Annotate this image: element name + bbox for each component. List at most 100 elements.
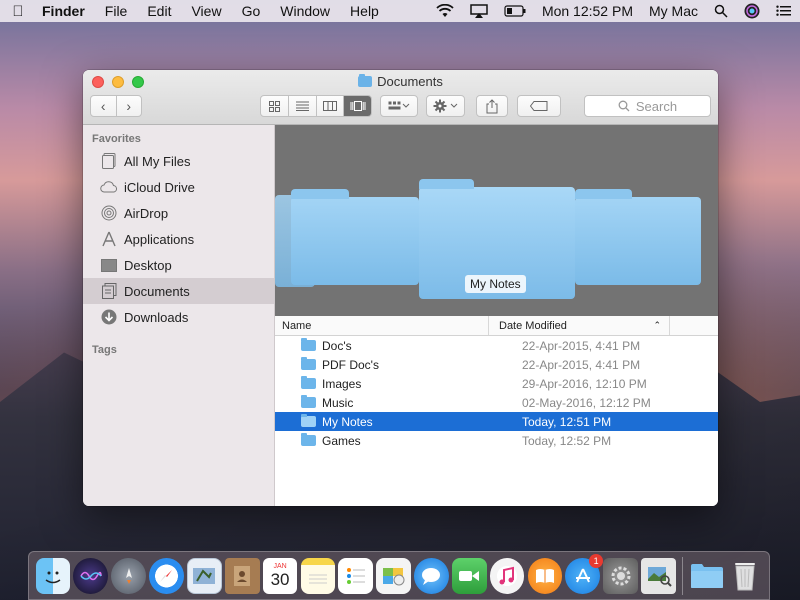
ibooks-icon[interactable] bbox=[527, 557, 563, 594]
list-item-name: Music bbox=[275, 395, 489, 410]
all-files-icon bbox=[100, 152, 118, 170]
menu-go[interactable]: Go bbox=[232, 3, 271, 19]
sidebar-item-label: iCloud Drive bbox=[124, 179, 195, 195]
list-item-music[interactable]: Music 02-May-2016, 12:12 PM bbox=[275, 393, 718, 412]
column-view-button[interactable] bbox=[317, 96, 345, 116]
menu-window[interactable]: Window bbox=[270, 3, 340, 19]
list-item-docs[interactable]: Doc's 22-Apr-2015, 4:41 PM bbox=[275, 336, 718, 355]
reminders-icon[interactable] bbox=[338, 557, 374, 594]
folder-icon bbox=[301, 395, 316, 408]
sidebar-item-all-my-files[interactable]: All My Files bbox=[83, 148, 274, 174]
column-header-date[interactable]: Date Modified ⌃ bbox=[489, 316, 670, 335]
tag-icon bbox=[530, 101, 548, 111]
sidebar-item-label: All My Files bbox=[124, 153, 191, 169]
sidebar-item-downloads[interactable]: Downloads bbox=[83, 304, 274, 330]
launchpad-icon[interactable] bbox=[111, 557, 146, 594]
list-item-pdf-docs[interactable]: PDF Doc's 22-Apr-2015, 4:41 PM bbox=[275, 355, 718, 374]
siri-icon[interactable] bbox=[73, 557, 109, 594]
list-item-name: PDF Doc's bbox=[275, 357, 489, 372]
coverflow-folder-left bbox=[291, 189, 419, 285]
list-item-name: Games bbox=[275, 433, 489, 448]
forward-button[interactable]: › bbox=[117, 96, 142, 116]
sidebar-item-label: AirDrop bbox=[124, 205, 169, 221]
notification-center-icon[interactable] bbox=[768, 0, 800, 22]
airplay-icon[interactable] bbox=[462, 0, 496, 22]
coverflow-view-button[interactable] bbox=[344, 96, 371, 116]
menu-file[interactable]: File bbox=[95, 3, 138, 19]
documents-stack-icon[interactable] bbox=[690, 558, 725, 594]
sidebar-item-icloud-drive[interactable]: iCloud Drive bbox=[83, 174, 274, 200]
nav-buttons: ‹ › bbox=[90, 95, 142, 117]
list-item-name-text: PDF Doc's bbox=[322, 357, 379, 372]
search-icon bbox=[618, 100, 630, 112]
search-field[interactable]: Search bbox=[584, 95, 711, 117]
desktop-icon bbox=[100, 256, 118, 274]
battery-icon[interactable] bbox=[496, 0, 534, 22]
app-menu[interactable]: Finder bbox=[36, 3, 95, 19]
wifi-icon[interactable] bbox=[428, 0, 462, 22]
sort-ascending-icon: ⌃ bbox=[653, 320, 661, 330]
sidebar-item-documents[interactable]: Documents bbox=[83, 278, 274, 304]
list-item-name-text: Games bbox=[322, 433, 361, 448]
menu-edit[interactable]: Edit bbox=[137, 3, 181, 19]
spotlight-icon[interactable] bbox=[706, 0, 736, 22]
list-item-name-text: My Notes bbox=[322, 414, 373, 429]
photo-booth-icon[interactable] bbox=[376, 557, 411, 594]
notes-icon[interactable] bbox=[300, 557, 336, 594]
menubar-clock[interactable]: Mon 12:52 PM bbox=[534, 3, 641, 19]
airdrop-icon bbox=[100, 204, 118, 222]
folder-icon bbox=[301, 414, 316, 427]
window-toolbar: Documents ‹ › Search bbox=[83, 70, 718, 125]
calendar-icon[interactable]: JAN 30 bbox=[262, 557, 298, 594]
coverflow-folder-right bbox=[575, 189, 701, 285]
dock-separator bbox=[682, 556, 684, 595]
coverflow-selected-label: My Notes bbox=[465, 275, 526, 293]
list-item-my-notes[interactable]: My Notes Today, 12:51 PM bbox=[275, 412, 718, 431]
folder-icon bbox=[301, 433, 316, 446]
safari-icon[interactable] bbox=[149, 557, 184, 594]
folder-icon bbox=[301, 357, 316, 370]
folder-icon bbox=[301, 338, 316, 351]
share-button[interactable] bbox=[476, 95, 508, 117]
menu-view[interactable]: View bbox=[181, 3, 231, 19]
list-item-games[interactable]: Games Today, 12:52 PM bbox=[275, 431, 718, 450]
share-icon bbox=[486, 98, 498, 113]
window-title: Documents bbox=[83, 74, 718, 89]
sidebar-item-airdrop[interactable]: AirDrop bbox=[83, 200, 274, 226]
window-title-text: Documents bbox=[377, 74, 443, 89]
sidebar-item-label: Applications bbox=[124, 231, 195, 247]
contacts-icon[interactable] bbox=[224, 557, 260, 594]
coverflow-preview[interactable]: My Notes bbox=[275, 125, 718, 316]
gear-icon bbox=[433, 99, 457, 113]
list-item-name-text: Music bbox=[322, 395, 354, 410]
siri-icon[interactable] bbox=[736, 0, 768, 22]
list-header: Name Date Modified ⌃ bbox=[275, 316, 718, 336]
icon-view-button[interactable] bbox=[261, 96, 289, 116]
mail-icon[interactable] bbox=[186, 557, 222, 594]
system-preferences-icon[interactable] bbox=[603, 557, 638, 594]
column-header-name[interactable]: Name bbox=[275, 316, 489, 335]
list-item-name-text: Doc's bbox=[322, 338, 352, 353]
app-store-icon[interactable]: 1 bbox=[565, 553, 604, 594]
facetime-icon[interactable] bbox=[451, 557, 487, 594]
menubar-user[interactable]: My Mac bbox=[641, 3, 706, 19]
action-button[interactable] bbox=[426, 95, 465, 117]
finder-icon[interactable] bbox=[35, 557, 71, 594]
trash-icon[interactable] bbox=[728, 558, 763, 594]
list-view-button[interactable] bbox=[289, 96, 317, 116]
list-item-date: 02-May-2016, 12:12 PM bbox=[522, 395, 651, 410]
sidebar-item-desktop[interactable]: Desktop bbox=[83, 252, 274, 278]
list-item-images[interactable]: Images 29-Apr-2016, 12:10 PM bbox=[275, 374, 718, 393]
messages-icon[interactable] bbox=[414, 557, 449, 594]
preview-icon[interactable] bbox=[641, 557, 676, 594]
list-item-name-text: Images bbox=[322, 376, 362, 391]
menu-help[interactable]: Help bbox=[340, 3, 389, 19]
itunes-icon[interactable] bbox=[489, 557, 525, 594]
sidebar-item-applications[interactable]: Applications bbox=[83, 226, 274, 252]
arrange-icon bbox=[388, 101, 410, 110]
tag-button[interactable] bbox=[517, 95, 561, 117]
apple-menu-icon[interactable]:  bbox=[0, 3, 36, 20]
back-button[interactable]: ‹ bbox=[91, 96, 117, 116]
arrange-button[interactable] bbox=[380, 95, 418, 117]
calendar-day: 30 bbox=[270, 570, 290, 589]
